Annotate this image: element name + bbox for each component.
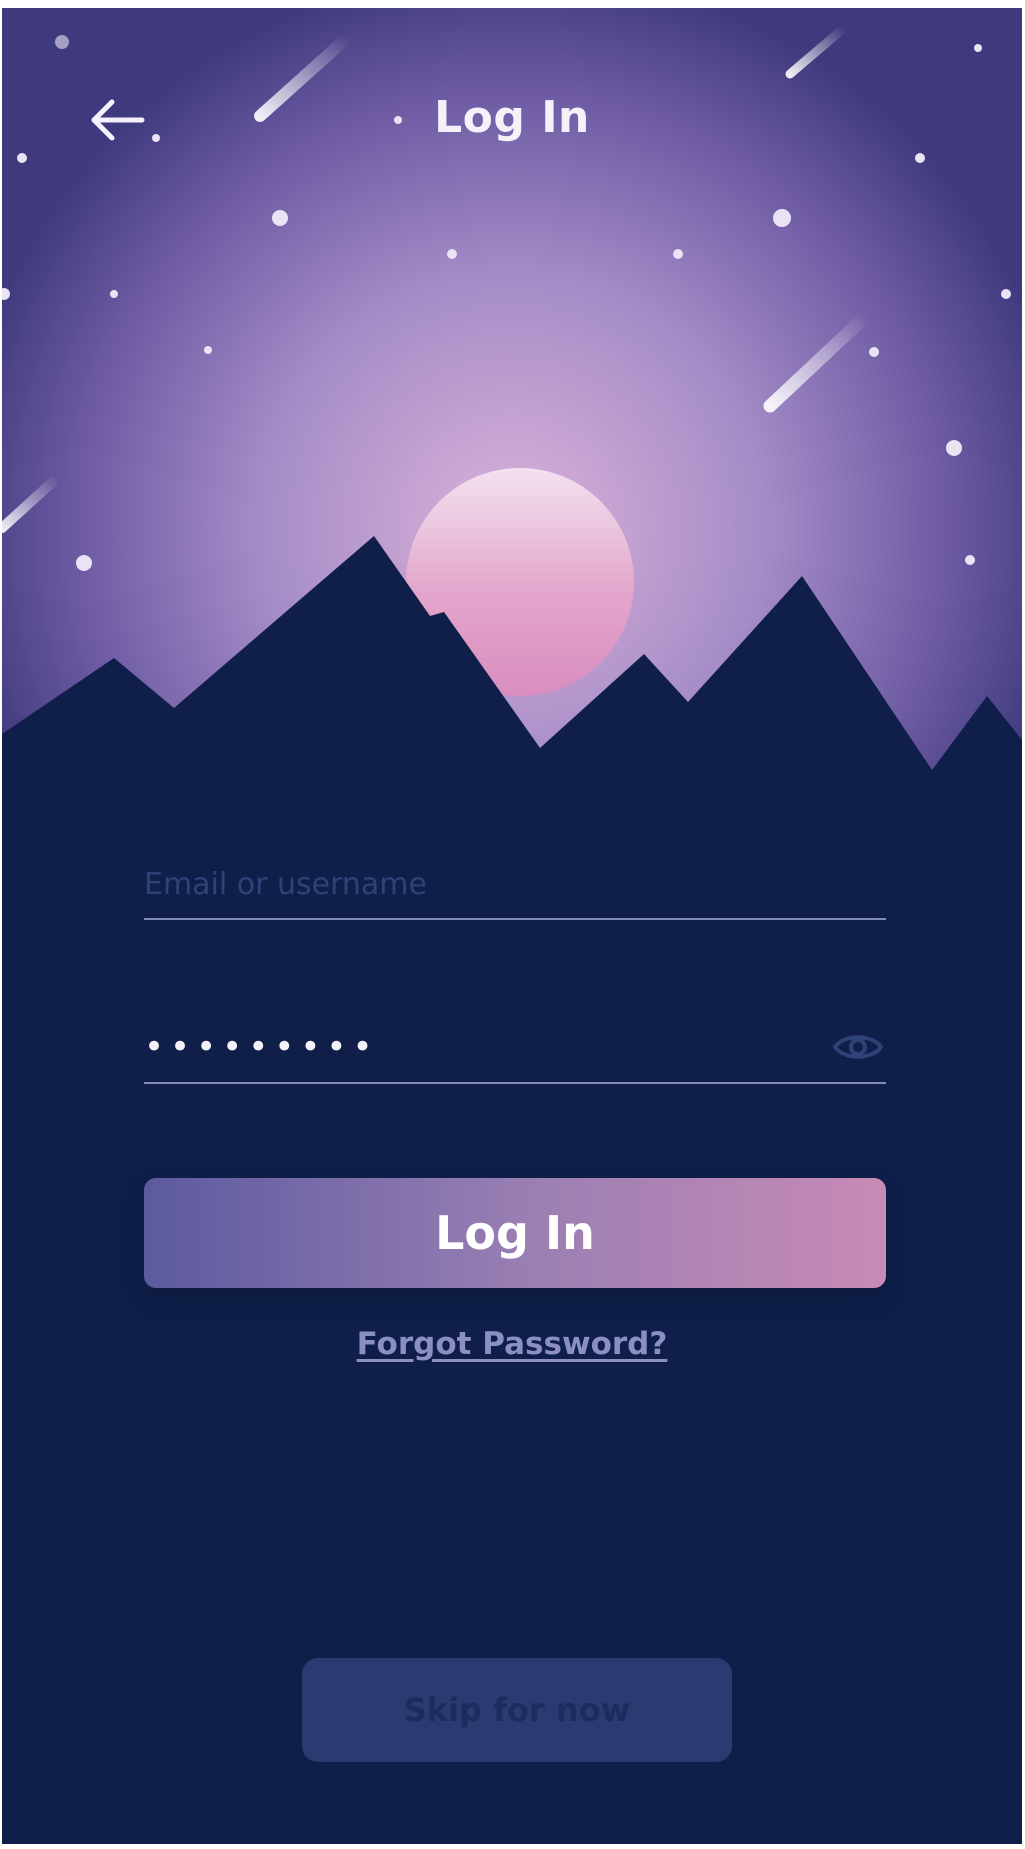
email-field [144,854,886,920]
login-screen: Log In Log In Forgot Password? Skip for … [2,8,1022,1844]
login-button[interactable]: Log In [144,1178,886,1288]
password-field [144,1016,886,1084]
skip-button[interactable]: Skip for now [302,1658,732,1762]
forgot-password-link[interactable]: Forgot Password? [2,1326,1022,1362]
show-password-button[interactable] [832,1028,884,1066]
top-bar: Log In [2,8,1022,228]
eye-icon [832,1035,884,1059]
email-input[interactable] [144,854,886,914]
page-title: Log In [434,92,590,143]
password-input[interactable] [144,1016,784,1078]
